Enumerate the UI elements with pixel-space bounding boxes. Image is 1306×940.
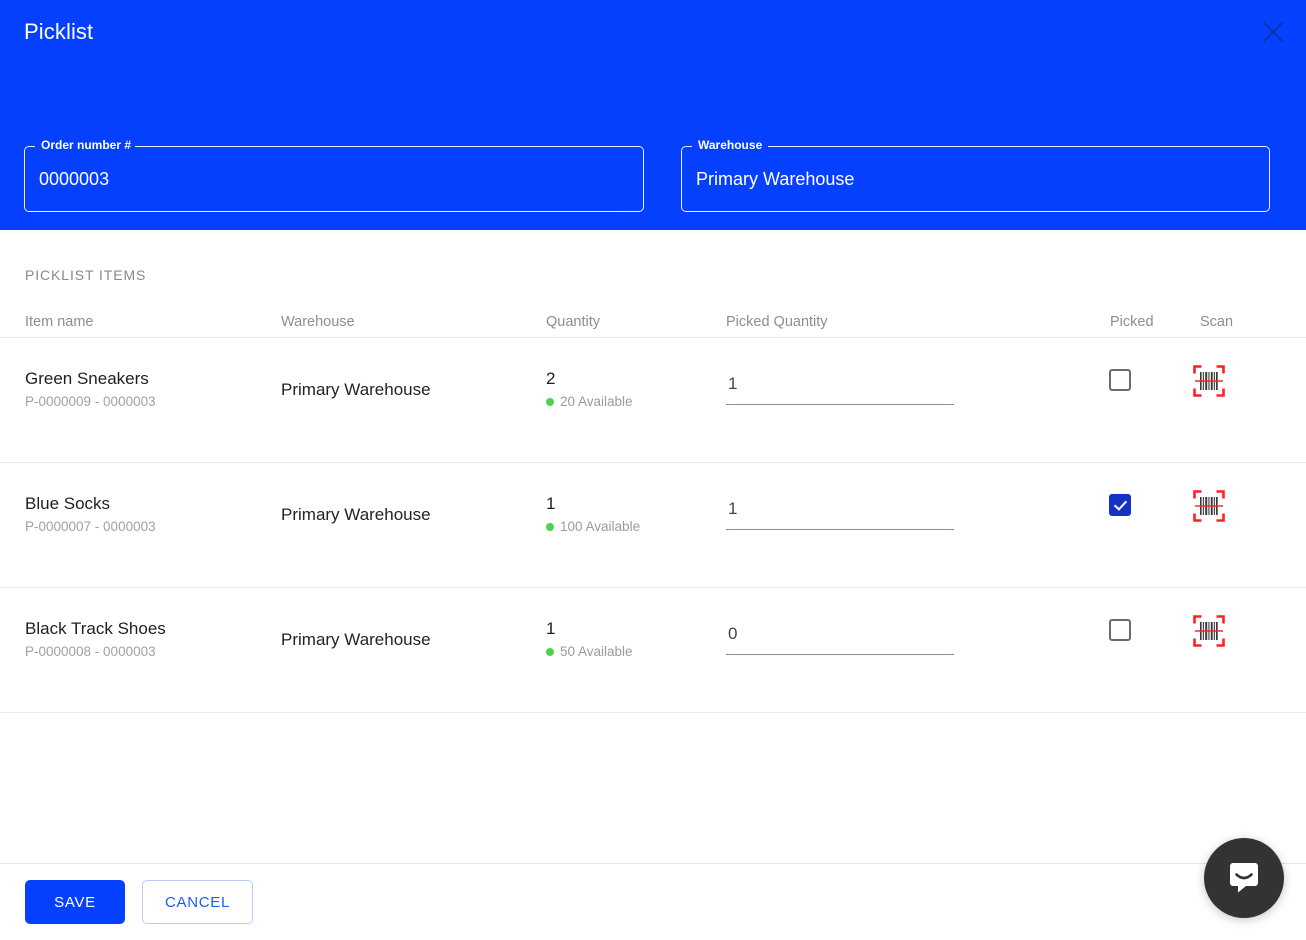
cell-picked	[1102, 463, 1192, 516]
save-button[interactable]: SAVE	[25, 880, 125, 924]
header-fields: Order number # 0000003 Warehouse Primary…	[0, 138, 1306, 216]
cell-picked	[1102, 588, 1192, 641]
column-header-item-name: Item name	[25, 313, 94, 330]
availability-label: 50 Available	[560, 644, 633, 659]
cell-scan	[1192, 588, 1257, 648]
picked-quantity-input[interactable]	[726, 624, 954, 655]
item-reference: P-0000009 - 0000003	[25, 394, 156, 409]
cell-picked	[1102, 338, 1192, 391]
picked-quantity-input[interactable]	[726, 374, 954, 405]
barcode-scan-icon[interactable]	[1192, 614, 1226, 648]
barcode-scan-icon[interactable]	[1192, 364, 1226, 398]
table-row: Black Track Shoes P-0000008 - 0000003 Pr…	[0, 588, 1306, 713]
cell-item-name: Blue Socks P-0000007 - 0000003	[25, 463, 281, 537]
column-header-picked: Picked	[1110, 313, 1154, 330]
intercom-chat-icon[interactable]	[1204, 838, 1284, 918]
barcode-scan-icon-glyph	[1193, 490, 1225, 522]
cancel-button[interactable]: CANCEL	[142, 880, 254, 924]
cell-scan	[1192, 463, 1257, 523]
cell-quantity: 2 20 Available	[546, 338, 726, 411]
column-header-warehouse: Warehouse	[281, 313, 355, 330]
barcode-scan-icon[interactable]	[1192, 489, 1226, 523]
item-name: Green Sneakers	[25, 369, 149, 388]
availability-label: 20 Available	[560, 394, 633, 409]
dialog-footer: SAVE CANCEL	[0, 863, 1306, 940]
quantity-value: 2	[546, 369, 556, 388]
item-name: Blue Socks	[25, 494, 111, 513]
warehouse-label: Warehouse	[698, 138, 763, 152]
column-header-quantity: Quantity	[546, 313, 600, 330]
order-number-outline	[24, 146, 644, 212]
picklist-dialog: Picklist Order number # 0000003 Warehous…	[0, 0, 1306, 940]
cell-picked-quantity	[726, 338, 1102, 405]
item-reference: P-0000008 - 0000003	[25, 644, 156, 659]
picked-checkbox[interactable]	[1109, 494, 1131, 516]
availability: 100 Available	[546, 518, 726, 536]
availability: 50 Available	[546, 643, 726, 661]
order-number-value: 0000003	[39, 169, 110, 189]
order-number-field[interactable]: Order number # 0000003	[24, 138, 644, 212]
cell-warehouse: Primary Warehouse	[281, 588, 546, 651]
order-number-label: Order number #	[41, 138, 132, 152]
item-name: Black Track Shoes	[25, 619, 166, 638]
picked-checkbox[interactable]	[1109, 369, 1131, 391]
column-header-picked-quantity: Picked Quantity	[726, 313, 828, 330]
status-dot-icon	[546, 523, 554, 531]
cell-quantity: 1 50 Available	[546, 588, 726, 661]
cell-warehouse: Primary Warehouse	[281, 463, 546, 526]
table-header-row: Item name Warehouse Quantity Picked Quan…	[0, 306, 1306, 338]
table-row: Green Sneakers P-0000009 - 0000003 Prima…	[0, 338, 1306, 463]
cell-item-name: Black Track Shoes P-0000008 - 0000003	[25, 588, 281, 662]
picklist-items-heading: PICKLIST ITEMS	[25, 267, 147, 283]
table-row: Blue Socks P-0000007 - 0000003 Primary W…	[0, 463, 1306, 588]
item-reference: P-0000007 - 0000003	[25, 519, 156, 534]
column-header-scan: Scan	[1200, 313, 1234, 330]
cell-scan	[1192, 338, 1257, 398]
picked-checkbox[interactable]	[1109, 619, 1131, 641]
picked-quantity-input[interactable]	[726, 499, 954, 530]
dialog-header: Picklist Order number # 0000003 Warehous…	[0, 0, 1306, 230]
quantity-value: 1	[546, 619, 556, 638]
cell-picked-quantity	[726, 588, 1102, 655]
picklist-items-table: Item name Warehouse Quantity Picked Quan…	[0, 306, 1306, 713]
page-title: Picklist	[24, 19, 94, 44]
cell-picked-quantity	[726, 463, 1102, 530]
availability: 20 Available	[546, 393, 726, 411]
cell-warehouse: Primary Warehouse	[281, 338, 546, 401]
cell-item-name: Green Sneakers P-0000009 - 0000003	[25, 338, 281, 412]
barcode-scan-icon-glyph	[1193, 365, 1225, 397]
quantity-value: 1	[546, 494, 556, 513]
warehouse-value: Primary Warehouse	[696, 169, 855, 189]
barcode-scan-icon-glyph	[1193, 615, 1225, 647]
close-icon-glyph	[1263, 22, 1283, 42]
row-warehouse-name: Primary Warehouse	[281, 630, 431, 649]
warehouse-field[interactable]: Warehouse Primary Warehouse	[681, 138, 1270, 212]
row-warehouse-name: Primary Warehouse	[281, 505, 431, 524]
dialog-body: PICKLIST ITEMS Item name Warehouse Quant…	[0, 230, 1306, 863]
status-dot-icon	[546, 398, 554, 406]
close-icon[interactable]	[1253, 12, 1293, 52]
cell-quantity: 1 100 Available	[546, 463, 726, 536]
row-warehouse-name: Primary Warehouse	[281, 380, 431, 399]
availability-label: 100 Available	[560, 519, 641, 534]
intercom-chat-icon-glyph	[1230, 863, 1258, 893]
status-dot-icon	[546, 648, 554, 656]
